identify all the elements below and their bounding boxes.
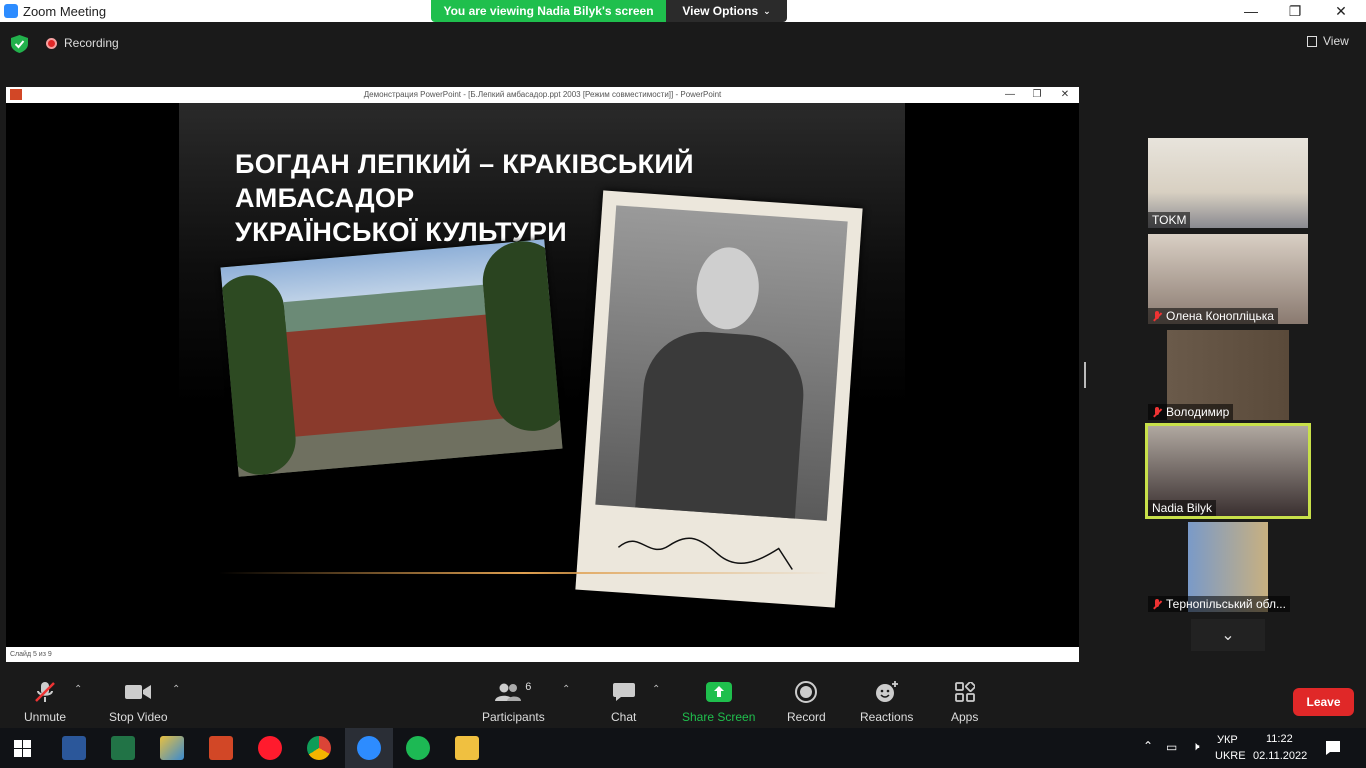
- audio-options-caret[interactable]: ⌃: [74, 684, 82, 695]
- ppt-titlebar: Демонстрация PowerPoint - [Б.Лепкий амба…: [6, 87, 1079, 103]
- ppt-restore-icon: ❐: [1032, 89, 1042, 100]
- portrait-photo: [575, 190, 863, 608]
- chevron-down-icon: ⌄: [1221, 627, 1235, 644]
- view-options-label: View Options: [682, 4, 759, 18]
- spotify-icon[interactable]: [406, 736, 430, 760]
- grid-view-icon: [1307, 35, 1317, 47]
- chat-button[interactable]: Chat: [611, 680, 636, 724]
- record-icon: [795, 680, 818, 704]
- apps-button[interactable]: Apps: [951, 680, 978, 724]
- mic-muted-icon: [1152, 310, 1162, 322]
- participants-icon: 6: [495, 680, 531, 704]
- apps-icon: [954, 680, 975, 704]
- view-label: View: [1323, 34, 1349, 48]
- leave-button[interactable]: Leave: [1293, 688, 1354, 716]
- participants-options-caret[interactable]: ⌃: [562, 684, 570, 695]
- reactions-button[interactable]: Reactions: [860, 680, 913, 724]
- participant-tile-volodymyr[interactable]: Володимир: [1148, 330, 1308, 420]
- participant-tile-ternopil[interactable]: Тернопільський обл...: [1148, 522, 1308, 612]
- share-screen-icon: [705, 680, 732, 704]
- excel-icon[interactable]: [111, 736, 135, 760]
- gallery-scroll-down-button[interactable]: ⌄: [1191, 619, 1265, 651]
- reaction-smiley-icon: [875, 680, 899, 704]
- unmute-button[interactable]: Unmute: [24, 680, 66, 724]
- clock-time[interactable]: 11:22: [1266, 733, 1293, 745]
- ppt-minimize-icon: —: [1005, 89, 1015, 100]
- video-options-caret[interactable]: ⌃: [172, 684, 180, 695]
- stop-video-button[interactable]: Stop Video: [109, 680, 168, 724]
- recording-icon: [46, 38, 57, 49]
- word-icon[interactable]: [62, 736, 86, 760]
- ppt-window-title: Демонстрация PowerPoint - [Б.Лепкий амба…: [363, 90, 722, 99]
- keyboard-layout[interactable]: UKRE: [1215, 750, 1246, 762]
- zoom-app-icon: [4, 4, 18, 18]
- chat-bubble-icon: [612, 680, 635, 704]
- view-options-button[interactable]: View Options ⌄: [666, 0, 787, 22]
- notifications-icon[interactable]: [1325, 740, 1341, 756]
- signature-image: [617, 537, 793, 570]
- record-button[interactable]: Record: [787, 680, 826, 724]
- meeting-toolbar: Unmute ⌃ Stop Video ⌃ 6 Participants ⌃ C…: [0, 672, 1366, 728]
- chevron-down-icon: ⌄: [763, 5, 771, 16]
- close-button[interactable]: ✕: [1318, 0, 1364, 22]
- slide-counter: Слайд 5 из 9: [10, 651, 52, 658]
- recording-label: Recording: [64, 36, 119, 50]
- opera-icon[interactable]: [258, 736, 282, 760]
- language-indicator[interactable]: УКР: [1217, 734, 1238, 746]
- windows-taskbar: ⌃ ▭ 🕨 УКР UKRE 11:22 02.11.2022: [0, 728, 1366, 768]
- participant-tile-nadia-active[interactable]: Nadia Bilyk: [1145, 423, 1311, 519]
- view-button[interactable]: View: [1307, 34, 1349, 48]
- mic-muted-icon: [1152, 406, 1162, 418]
- windows-start-icon[interactable]: [14, 740, 31, 757]
- video-camera-icon: [125, 680, 152, 704]
- powerpoint-taskbar-icon[interactable]: [209, 736, 233, 760]
- participant-tile-tokm[interactable]: TOKM: [1148, 138, 1308, 228]
- shield-icon[interactable]: [11, 35, 28, 53]
- maximize-button[interactable]: ❐: [1272, 0, 1318, 22]
- powerpoint-icon: [10, 89, 22, 100]
- participant-name: Nadia Bilyk: [1148, 500, 1217, 516]
- paint-icon[interactable]: [160, 736, 184, 760]
- mic-muted-icon: [33, 680, 57, 704]
- chrome-icon[interactable]: [307, 736, 331, 760]
- building-photo: [220, 239, 563, 477]
- minimize-button[interactable]: —: [1228, 0, 1274, 22]
- zoom-taskbar-icon[interactable]: [357, 736, 381, 760]
- meeting-topbar: Recording View: [0, 22, 1366, 66]
- slide-decor-line: [219, 572, 829, 574]
- chat-options-caret[interactable]: ⌃: [652, 684, 660, 695]
- mic-muted-icon: [1152, 598, 1162, 610]
- share-screen-button[interactable]: Share Screen: [682, 680, 755, 724]
- screen-share-banner: You are viewing Nadia Bilyk's screen Vie…: [431, 0, 787, 22]
- ppt-close-icon: ✕: [1060, 89, 1070, 100]
- volume-icon[interactable]: 🕨: [1192, 739, 1200, 754]
- participant-name: Тернопільський обл...: [1148, 596, 1290, 612]
- file-explorer-icon[interactable]: [455, 736, 479, 760]
- participant-name: Олена Конопліцька: [1148, 308, 1278, 324]
- window-title: Zoom Meeting: [23, 4, 107, 19]
- participant-name: TOKM: [1148, 212, 1191, 228]
- ppt-statusbar: Слайд 5 из 9: [6, 647, 1079, 662]
- panel-splitter-handle[interactable]: [1084, 362, 1086, 388]
- tray-chevron-up-icon[interactable]: ⌃: [1143, 739, 1153, 753]
- participant-tile-olena[interactable]: Олена Конопліцька: [1148, 234, 1308, 324]
- participant-name: Володимир: [1148, 404, 1234, 420]
- shared-powerpoint-window: Демонстрация PowerPoint - [Б.Лепкий амба…: [6, 87, 1079, 662]
- participants-button[interactable]: 6 Participants: [482, 680, 545, 724]
- viewing-label: You are viewing Nadia Bilyk's screen: [431, 0, 666, 22]
- participants-count: 6: [525, 681, 532, 693]
- slide: БОГДАН ЛЕПКИЙ – КРАКІВСЬКИЙ АМБАСАДОР УК…: [179, 103, 905, 648]
- battery-icon[interactable]: ▭: [1166, 740, 1177, 754]
- clock-date[interactable]: 02.11.2022: [1253, 750, 1307, 762]
